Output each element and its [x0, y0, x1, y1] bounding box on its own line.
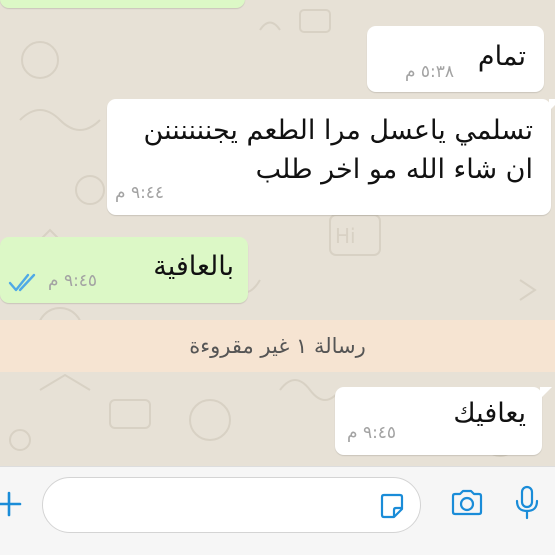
- message-bubble-incoming[interactable]: يعافيك ٩:٤٥ م: [335, 387, 552, 455]
- message-bubble-incoming[interactable]: تمام ٥:٣٨ م: [367, 26, 544, 92]
- message-text-line: ان شاء الله مو اخر طلب: [255, 154, 533, 185]
- message-text: يعافيك: [453, 398, 526, 429]
- bubble-tail: [540, 387, 552, 399]
- message-text: تمام: [477, 41, 526, 72]
- message-input[interactable]: [42, 477, 421, 533]
- svg-text:Hi: Hi: [335, 224, 356, 248]
- message-timestamp: ٩:٤٥ م: [347, 423, 397, 443]
- unread-banner-text: رسالة ١ غير مقروءة: [189, 334, 366, 358]
- message-timestamp: ٩:٤٥ م: [48, 271, 98, 291]
- read-receipt-icon: [8, 273, 42, 297]
- microphone-icon[interactable]: [514, 485, 540, 525]
- bubble-tail: [549, 99, 555, 111]
- sticker-icon[interactable]: [378, 492, 406, 524]
- message-input-bar: [0, 466, 555, 555]
- camera-icon[interactable]: [450, 489, 484, 521]
- message-text-line: تسلمي ياعسل مرا الطعم يجننننننن: [143, 115, 533, 146]
- message-text: بالعافية: [153, 251, 234, 282]
- unread-messages-banner: رسالة ١ غير مقروءة: [0, 320, 555, 372]
- message-bubble-incoming[interactable]: تسلمي ياعسل مرا الطعم يجننننننن ان شاء ا…: [107, 99, 555, 215]
- message-bubble-outgoing[interactable]: بالعافية ٩:٤٥ م: [0, 237, 248, 303]
- message-timestamp: ٥:٣٨ م: [404, 62, 454, 82]
- plus-icon[interactable]: [0, 489, 24, 523]
- partial-outgoing-bubble: [0, 0, 245, 8]
- message-timestamp: ٩:٤٤ م: [115, 183, 165, 203]
